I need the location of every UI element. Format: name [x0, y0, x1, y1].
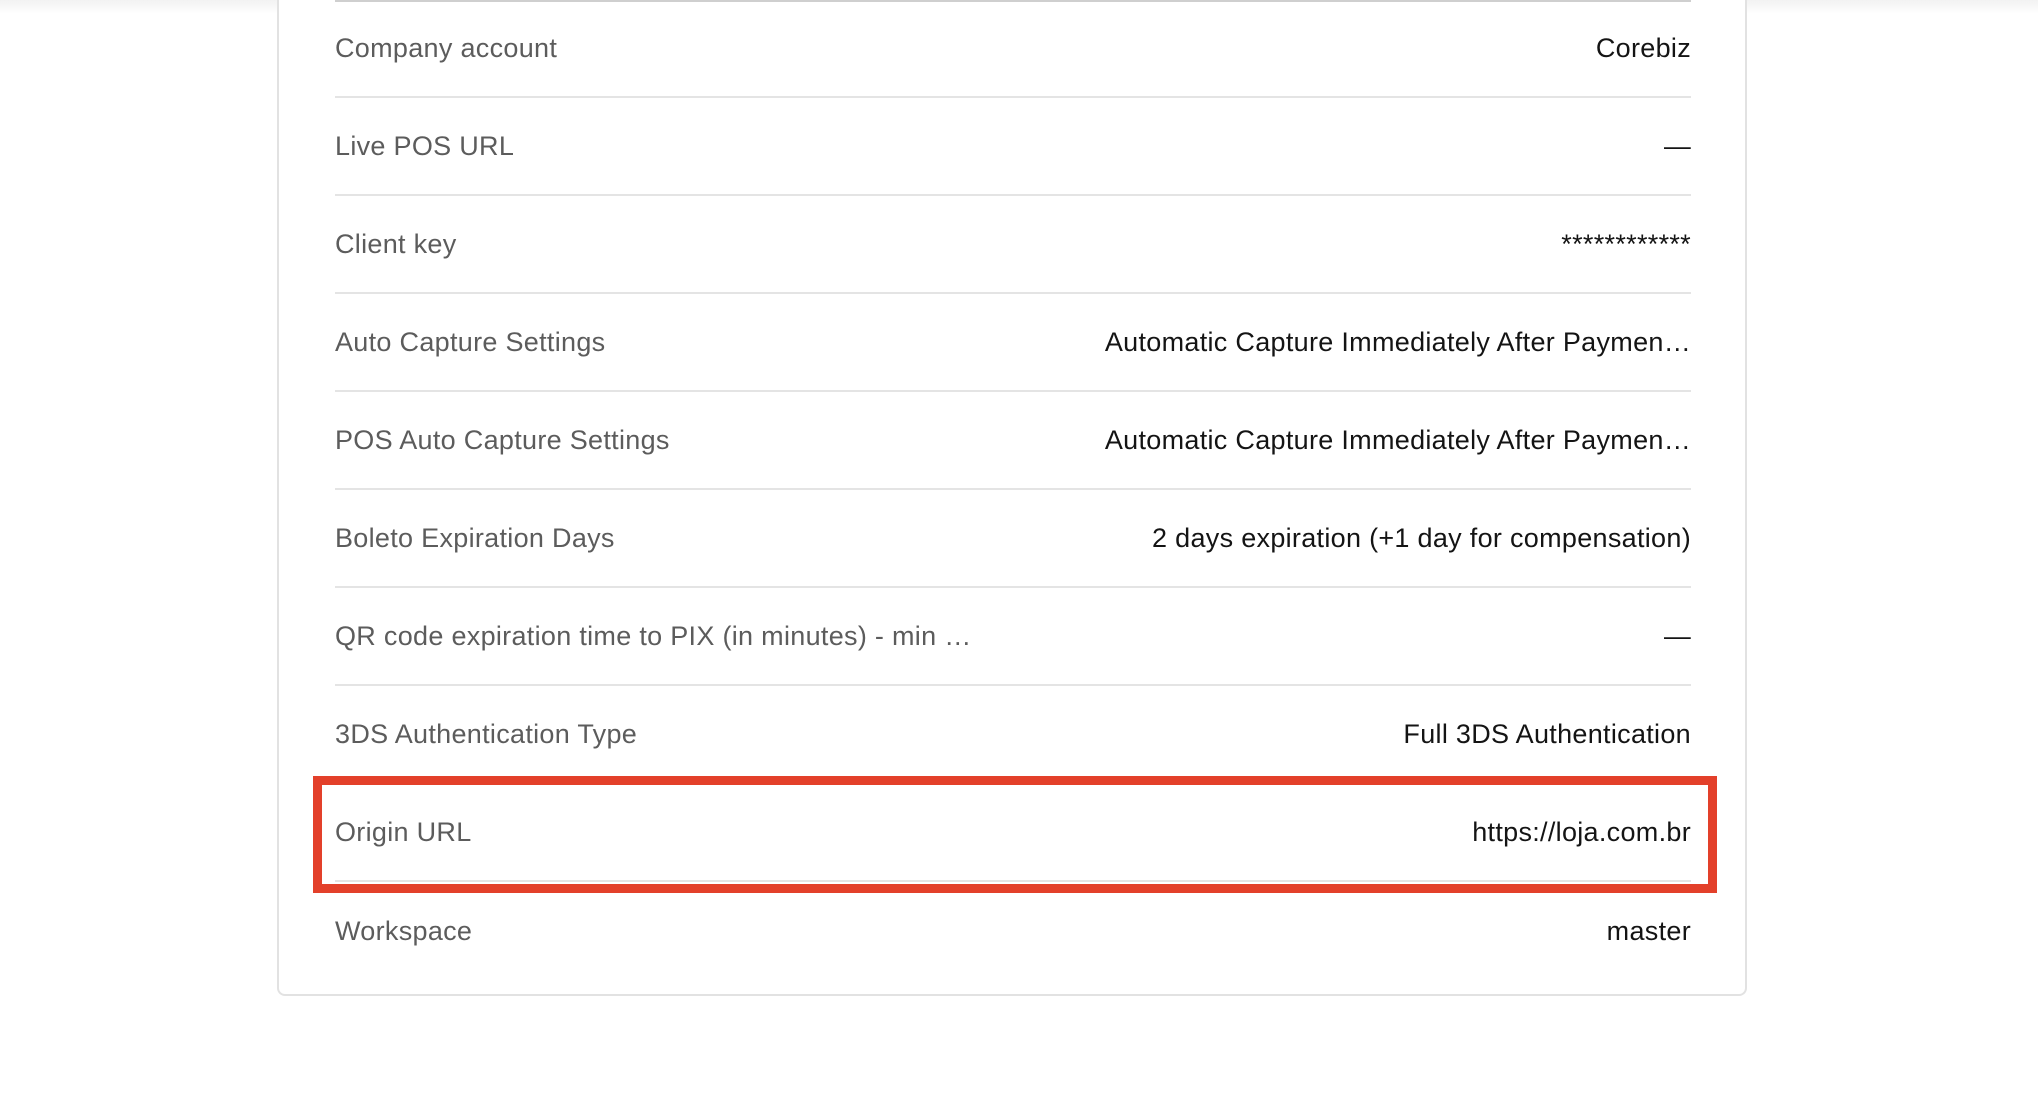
setting-row-company-account: Company account Corebiz	[335, 0, 1691, 98]
setting-row-origin-url: Origin URL https://loja.com.br	[335, 784, 1691, 882]
setting-row-client-key: Client key ************	[335, 196, 1691, 294]
setting-row-boleto-expiration: Boleto Expiration Days 2 days expiration…	[335, 490, 1691, 588]
setting-label: 3DS Authentication Type	[335, 718, 638, 749]
setting-row-qr-code-expiration: QR code expiration time to PIX (in minut…	[335, 588, 1691, 686]
setting-label: Auto Capture Settings	[335, 326, 606, 357]
setting-row-live-pos-url: Live POS URL —	[335, 98, 1691, 196]
setting-label: Company account	[335, 32, 558, 63]
setting-value: master	[1606, 915, 1691, 946]
setting-row-3ds-auth-type: 3DS Authentication Type Full 3DS Authent…	[335, 686, 1691, 784]
setting-value: —	[1663, 620, 1691, 651]
setting-value: Automatic Capture Immediately After Paym…	[1104, 326, 1691, 357]
setting-label: Client key	[335, 228, 457, 259]
setting-row-workspace: Workspace master	[335, 882, 1691, 980]
setting-label: Live POS URL	[335, 130, 515, 161]
setting-label: Boleto Expiration Days	[335, 522, 615, 553]
setting-row-pos-auto-capture: POS Auto Capture Settings Automatic Capt…	[335, 392, 1691, 490]
setting-value: Automatic Capture Immediately After Paym…	[1104, 424, 1691, 455]
setting-value: —	[1663, 130, 1691, 161]
setting-label: POS Auto Capture Settings	[335, 424, 670, 455]
setting-value: 2 days expiration (+1 day for compensati…	[1152, 522, 1691, 553]
setting-value: ************	[1561, 228, 1691, 259]
setting-label: Origin URL	[335, 816, 472, 847]
setting-value: Corebiz	[1595, 32, 1691, 63]
settings-list: Company account Corebiz Live POS URL — C…	[335, 0, 1691, 980]
setting-label: Workspace	[335, 915, 473, 946]
setting-value: https://loja.com.br	[1472, 816, 1691, 847]
setting-row-auto-capture: Auto Capture Settings Automatic Capture …	[335, 294, 1691, 392]
setting-value: Full 3DS Authentication	[1403, 718, 1691, 749]
setting-label: QR code expiration time to PIX (in minut…	[335, 620, 972, 651]
